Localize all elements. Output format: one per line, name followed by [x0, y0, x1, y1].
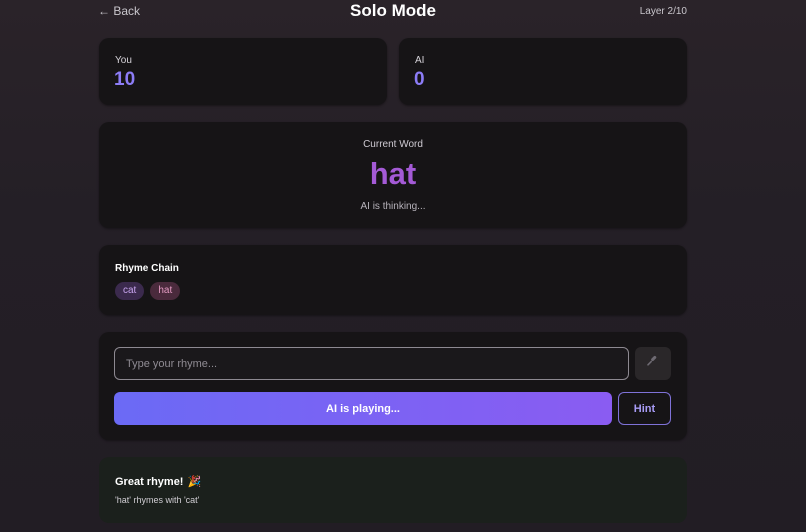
rhyme-chain-list: cat hat — [115, 282, 181, 300]
hint-button[interactable]: Hint — [618, 392, 671, 425]
rhyme-chain-heading: Rhyme Chain — [115, 263, 179, 274]
page-title: Solo Mode — [350, 1, 436, 20]
input-panel: AI is playing... Hint — [99, 332, 687, 440]
rhyme-chip: hat — [150, 282, 181, 300]
player-score-value: 10 — [114, 69, 136, 90]
ai-score-value: 0 — [414, 69, 425, 90]
submit-button[interactable]: AI is playing... — [114, 392, 612, 425]
current-word: hat — [369, 156, 417, 191]
microphone-icon — [646, 354, 660, 373]
feedback-card: Great rhyme! 🎉 'hat' rhymes with 'cat' — [99, 457, 687, 523]
feedback-title-row: Great rhyme! 🎉 — [115, 475, 201, 488]
rhyme-chip: cat — [115, 282, 145, 300]
microphone-button[interactable] — [635, 347, 671, 380]
ai-status-text: AI is thinking... — [360, 201, 426, 212]
player-score-card: You 10 — [99, 38, 387, 105]
app-container: ← Back Solo Mode Layer 2/10 You 10 AI 0 … — [98, 0, 687, 523]
rhyme-chain-card: Rhyme Chain cat hat — [99, 245, 687, 315]
feedback-message: 'hat' rhymes with 'cat' — [115, 495, 200, 505]
player-score-label: You — [115, 55, 132, 66]
ai-score-label: AI — [415, 55, 425, 66]
scoreboard: You 10 AI 0 — [99, 38, 687, 105]
ai-score-card: AI 0 — [399, 38, 687, 105]
party-popper-icon: 🎉 — [187, 476, 202, 488]
rhyme-input[interactable] — [114, 347, 629, 380]
layer-indicator: Layer 2/10 — [639, 6, 687, 17]
current-word-label: Current Word — [363, 139, 423, 150]
feedback-title: Great rhyme! — [115, 476, 184, 488]
current-word-card: Current Word hat AI is thinking... — [99, 122, 687, 228]
header: ← Back Solo Mode Layer 2/10 — [98, 0, 687, 24]
